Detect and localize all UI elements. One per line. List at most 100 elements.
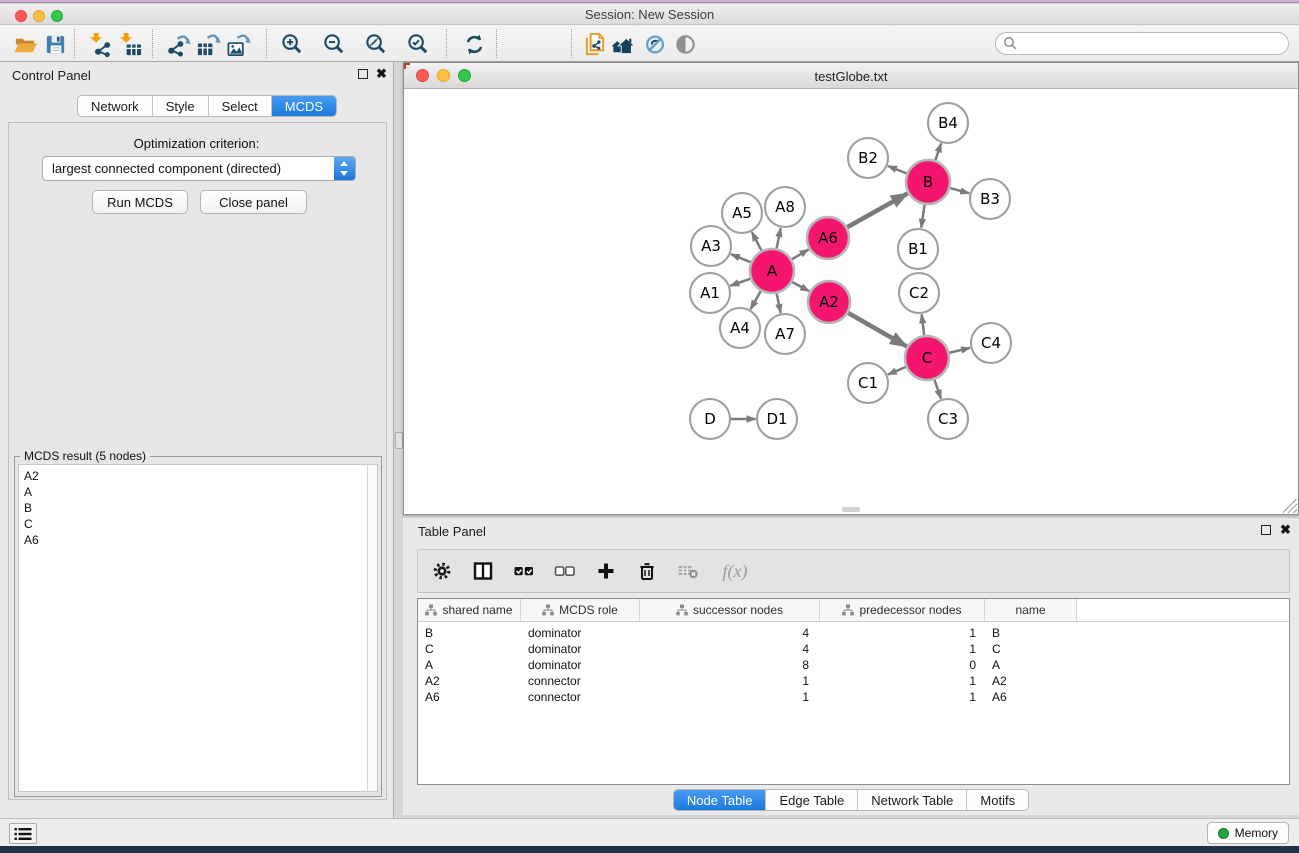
network-canvas[interactable]: AA6A2BCA1A3A4A5A7A8B1B2B3B4C1C2C3C4DD1 [404,89,1298,514]
table-row[interactable]: A6connector11A6 [418,689,1289,705]
search-input[interactable] [995,32,1289,55]
column-header-successor-nodes[interactable]: successor nodes [640,599,820,621]
graph-edge-A-A1[interactable] [730,279,751,286]
first-neighbors-button[interactable] [608,30,636,58]
mcds-result-scrollbar[interactable] [367,464,378,792]
table-cell[interactable]: connector [521,690,640,704]
table-cell[interactable]: dominator [521,658,640,672]
table-cell[interactable]: dominator [521,626,640,640]
run-mcds-button[interactable]: Run MCDS [92,190,188,214]
window-resize-grip[interactable] [1283,499,1297,513]
tab-motifs[interactable]: Motifs [967,790,1028,810]
add-row-button[interactable] [595,560,617,582]
memory-button[interactable]: Memory [1207,822,1289,844]
graph-edge-B-B2[interactable] [888,166,907,174]
graph-edge-A-A6[interactable] [791,249,808,259]
graph-edge-B-B3[interactable] [950,188,970,193]
graph-edge-B-B1[interactable] [921,204,925,227]
open-file-button[interactable] [11,30,39,58]
export-table-button[interactable] [194,30,222,58]
close-panel-icon[interactable]: ✖ [376,66,387,82]
tab-network[interactable]: Network [78,96,153,116]
hide-selected-button[interactable] [641,30,669,58]
table-cell[interactable]: 4 [640,626,820,640]
table-cell[interactable]: A6 [985,690,1077,704]
table-cell[interactable]: A [985,658,1077,672]
delete-table-button[interactable] [677,560,699,582]
table-cell[interactable]: 1 [640,674,820,688]
table-cell[interactable]: 0 [820,658,985,672]
table-cell[interactable]: C [418,642,521,656]
mcds-result-item[interactable]: A6 [19,532,368,548]
graph-edge-C-C3[interactable] [934,379,941,398]
task-history-button[interactable] [9,823,37,844]
new-session-button[interactable] [581,30,609,58]
table-cell[interactable]: B [985,626,1077,640]
zoom-in-button[interactable] [278,30,306,58]
mcds-result-item[interactable]: B [19,500,368,516]
column-header-name[interactable]: name [985,599,1077,621]
tab-node-table[interactable]: Node Table [674,790,767,810]
horizontal-scrollbar-nub[interactable] [842,507,860,512]
tab-mcds[interactable]: MCDS [272,96,336,116]
table-cell[interactable]: A2 [418,674,521,688]
delete-row-button[interactable] [636,560,658,582]
table-cell[interactable]: 1 [820,690,985,704]
tab-select[interactable]: Select [209,96,272,116]
mcds-result-item[interactable]: C [19,516,368,532]
table-cell[interactable]: 1 [820,626,985,640]
graph-edge-A-A3[interactable] [731,254,751,262]
graph-edge-C-C2[interactable] [922,314,925,335]
select-all-button[interactable] [513,560,535,582]
graph-edge-A-A8[interactable] [776,228,780,249]
column-visibility-button[interactable] [472,560,494,582]
close-panel-button[interactable]: Close panel [200,190,307,214]
tab-edge-table[interactable]: Edge Table [766,790,858,810]
graph-edge-C-C4[interactable] [949,348,970,353]
table-cell[interactable]: B [418,626,521,640]
column-header-predecessor-nodes[interactable]: predecessor nodes [820,599,985,621]
zoom-selected-button[interactable] [404,30,432,58]
export-network-button[interactable] [164,30,192,58]
table-row[interactable]: Cdominator41C [418,641,1289,657]
tab-network-table[interactable]: Network Table [858,790,967,810]
optimization-criterion-dropdown[interactable]: largest connected component (directed) [42,156,356,181]
table-cell[interactable]: A [418,658,521,672]
function-builder-button[interactable]: f(x) [718,560,752,582]
table-cell[interactable]: connector [521,674,640,688]
graph-edge-A-A2[interactable] [792,282,809,292]
import-network-button[interactable] [86,30,114,58]
splitter-grip[interactable] [395,432,403,449]
float-panel-icon[interactable] [1261,525,1271,535]
show-all-button[interactable] [671,30,699,58]
zoom-out-button[interactable] [320,30,348,58]
column-header-shared-name[interactable]: shared name [418,599,521,621]
table-cell[interactable]: 1 [820,674,985,688]
table-cell[interactable]: 1 [820,642,985,656]
float-panel-icon[interactable] [358,69,368,79]
graph-edge-B-B4[interactable] [935,143,941,160]
save-session-button[interactable] [41,30,69,58]
tab-style[interactable]: Style [153,96,209,116]
table-row[interactable]: Adominator80A [418,657,1289,673]
column-header-mcds-role[interactable]: MCDS role [521,599,640,621]
deselect-all-button[interactable] [554,560,576,582]
mcds-result-item[interactable]: A [19,484,368,500]
graph-edge-C-C1[interactable] [888,367,906,375]
close-panel-icon[interactable]: ✖ [1280,522,1291,538]
table-cell[interactable]: 8 [640,658,820,672]
zoom-fit-button[interactable] [362,30,390,58]
table-row[interactable]: A2connector11A2 [418,673,1289,689]
mcds-result-item[interactable]: A2 [19,468,368,484]
import-table-button[interactable] [116,30,144,58]
table-cell[interactable]: A6 [418,690,521,704]
table-cell[interactable]: 1 [640,690,820,704]
graph-edge-A6-B[interactable] [847,193,908,227]
table-cell[interactable]: 4 [640,642,820,656]
table-cell[interactable]: C [985,642,1077,656]
graph-edge-A-A7[interactable] [777,293,781,313]
graph-edge-A2-C[interactable] [848,313,907,347]
table-row[interactable]: Bdominator41B [418,625,1289,641]
table-cell[interactable]: A2 [985,674,1077,688]
export-image-button[interactable] [224,30,252,58]
